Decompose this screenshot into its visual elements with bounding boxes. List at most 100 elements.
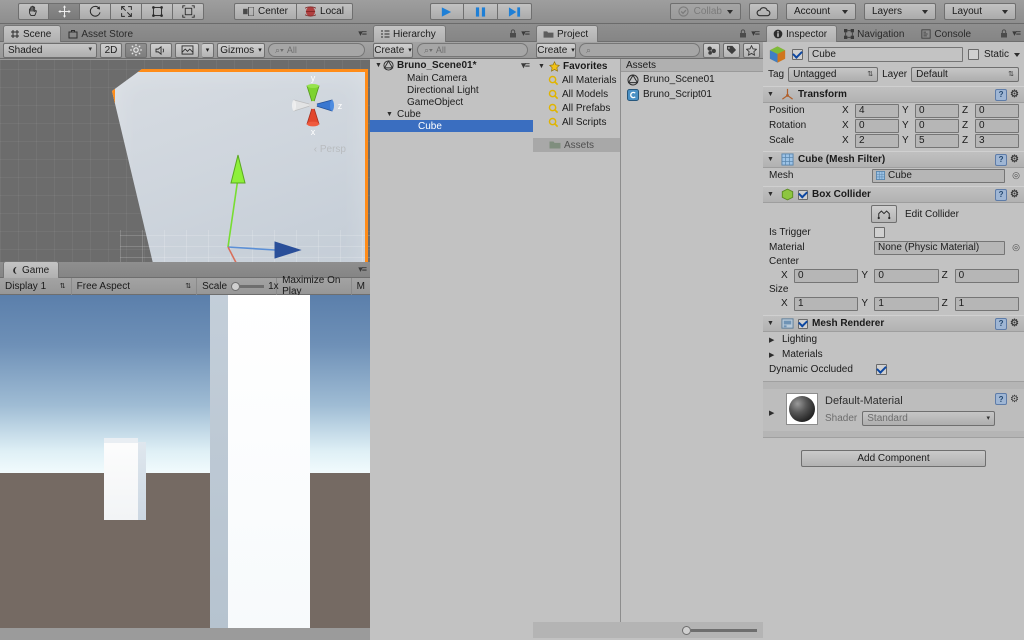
scene-effects-dropdown[interactable]: ▾ [202,42,214,58]
layers-button[interactable]: Layers [864,3,936,20]
collider-center-x-input[interactable]: 0 [794,268,859,283]
dynamic-occluded-checkbox[interactable] [876,364,887,375]
asset-item[interactable]: Bruno_Script01 [621,87,763,102]
box-collider-foldout-icon[interactable]: ▼ [767,191,777,198]
pivot-mode-button[interactable]: Center [234,3,298,20]
rect-tool-button[interactable] [142,3,173,20]
mesh-renderer-enabled-checkbox[interactable] [798,318,808,329]
lighting-foldout-row[interactable]: ▶ Lighting [763,332,1024,347]
hierarchy-item-selected[interactable]: Cube [370,120,533,132]
project-assets-folder[interactable]: Assets [533,138,620,152]
gear-icon[interactable]: ⚙ [1010,394,1019,405]
project-panel-menu-icon[interactable]: ▾≡ [751,28,760,39]
filter-by-type-button[interactable] [703,42,720,58]
gear-icon[interactable]: ⚙ [1010,189,1019,200]
asset-item[interactable]: Bruno_Scene01 [621,72,763,87]
transform-component-header[interactable]: ▼ Transform ? ⚙ [763,86,1024,103]
scene-effects-toggle[interactable] [175,42,199,58]
tab-console[interactable]: Console [914,25,981,42]
scale-tool-button[interactable] [111,3,142,20]
favorite-item[interactable]: All Materials [533,73,620,87]
object-name-input[interactable]: Cube [808,47,963,62]
hierarchy-item[interactable]: ▼ Cube [370,108,533,120]
collider-size-y-input[interactable]: 1 [874,296,939,311]
shader-dropdown[interactable]: Standard ▾ [862,411,995,426]
materials-foldout-icon[interactable]: ▶ [769,351,779,359]
transform-tool-button[interactable] [173,3,204,20]
scene-foldout-icon[interactable]: ▼ [374,62,383,69]
collider-center-y-input[interactable]: 0 [874,268,939,283]
gear-icon[interactable]: ⚙ [1010,318,1019,329]
edit-collider-button[interactable] [871,205,897,223]
tab-project[interactable]: Project [536,25,599,42]
rotation-z-input[interactable]: 0 [975,118,1019,133]
lighting-foldout-icon[interactable]: ▶ [769,336,779,344]
help-icon[interactable]: ? [995,393,1008,405]
hierarchy-item[interactable]: Main Camera [370,72,533,84]
transform-foldout-icon[interactable]: ▼ [767,91,777,98]
scene-search-input[interactable]: ⌕▾ All [268,43,365,57]
hierarchy-create-button[interactable]: Create ▾ [373,42,413,58]
mesh-filter-foldout-icon[interactable]: ▼ [767,156,777,163]
pause-button[interactable] [463,3,498,20]
scene-audio-toggle[interactable] [150,42,172,58]
favorite-button[interactable] [743,42,760,58]
help-icon[interactable]: ? [995,188,1008,201]
scale-y-input[interactable]: 5 [915,133,959,148]
favorites-root[interactable]: ▼ Favorites [533,59,620,73]
game-viewport[interactable] [0,295,370,628]
project-search-input[interactable]: ⌕ [579,43,700,57]
tab-asset-store[interactable]: Asset Store [61,25,143,42]
tag-dropdown[interactable]: Untagged ⇅ [788,67,879,82]
position-x-input[interactable]: 4 [855,103,899,118]
favorite-item[interactable]: All Scripts [533,115,620,129]
game-panel-menu-icon[interactable]: ▾≡ [358,264,367,275]
hierarchy-item[interactable]: GameObject [370,96,533,108]
scene-orientation-gizmo[interactable]: y x z [280,72,346,138]
tab-hierarchy[interactable]: Hierarchy [373,25,446,42]
static-caret-icon[interactable] [1014,52,1020,57]
tab-scene[interactable]: Scene [3,25,62,42]
rotation-y-input[interactable]: 0 [915,118,959,133]
position-y-input[interactable]: 0 [915,103,959,118]
collider-center-z-input[interactable]: 0 [954,268,1019,283]
box-collider-component-header[interactable]: ▼ Box Collider ? ⚙ [763,186,1024,203]
hierarchy-search-input[interactable]: ⌕▾ All [417,43,528,57]
scale-slider-group[interactable]: Scale 1x [197,277,279,295]
box-collider-enabled-checkbox[interactable] [798,189,808,200]
mute-audio-toggle[interactable]: M [352,278,370,295]
scale-x-input[interactable]: 2 [855,133,899,148]
aspect-dropdown[interactable]: Free Aspect ⇅ [72,277,198,295]
collider-size-x-input[interactable]: 1 [794,296,859,311]
collider-size-z-input[interactable]: 1 [954,296,1019,311]
2d-toggle-button[interactable]: 2D [100,42,122,58]
display-dropdown[interactable]: Display 1 ⇅ [0,277,72,295]
object-enabled-checkbox[interactable] [792,49,803,60]
gear-icon[interactable]: ⚙ [1010,89,1019,100]
hand-tool-button[interactable] [18,3,49,20]
play-button[interactable] [429,3,464,20]
tab-inspector[interactable]: Inspector [766,25,838,42]
gizmos-dropdown[interactable]: Gizmos ▾ [217,42,265,58]
scene-panel-menu-icon[interactable]: ▾≡ [358,28,367,39]
scene-context-menu-icon[interactable]: ▾≡ [521,60,533,71]
item-foldout-icon[interactable]: ▼ [385,111,394,118]
physic-material-object-field[interactable]: None (Physic Material) [874,240,1006,255]
scale-slider[interactable] [231,281,265,291]
material-foldout-icon[interactable]: ▶ [769,393,779,417]
scale-z-input[interactable]: 3 [975,133,1019,148]
materials-foldout-row[interactable]: ▶ Materials [763,347,1024,362]
help-icon[interactable]: ? [995,317,1008,330]
is-trigger-checkbox[interactable] [874,227,885,238]
step-button[interactable] [497,3,532,20]
inspector-panel-menu-icon[interactable]: ▾≡ [1012,28,1021,39]
favorite-item[interactable]: All Models [533,87,620,101]
filter-by-label-button[interactable] [723,42,740,58]
favorites-foldout-icon[interactable]: ▼ [537,63,546,70]
cloud-button[interactable] [749,3,778,20]
layout-button[interactable]: Layout [944,3,1016,20]
account-button[interactable]: Account [786,3,856,20]
mesh-filter-component-header[interactable]: ▼ Cube (Mesh Filter) ? ⚙ [763,151,1024,168]
help-icon[interactable]: ? [995,153,1008,166]
hierarchy-item[interactable]: Directional Light [370,84,533,96]
